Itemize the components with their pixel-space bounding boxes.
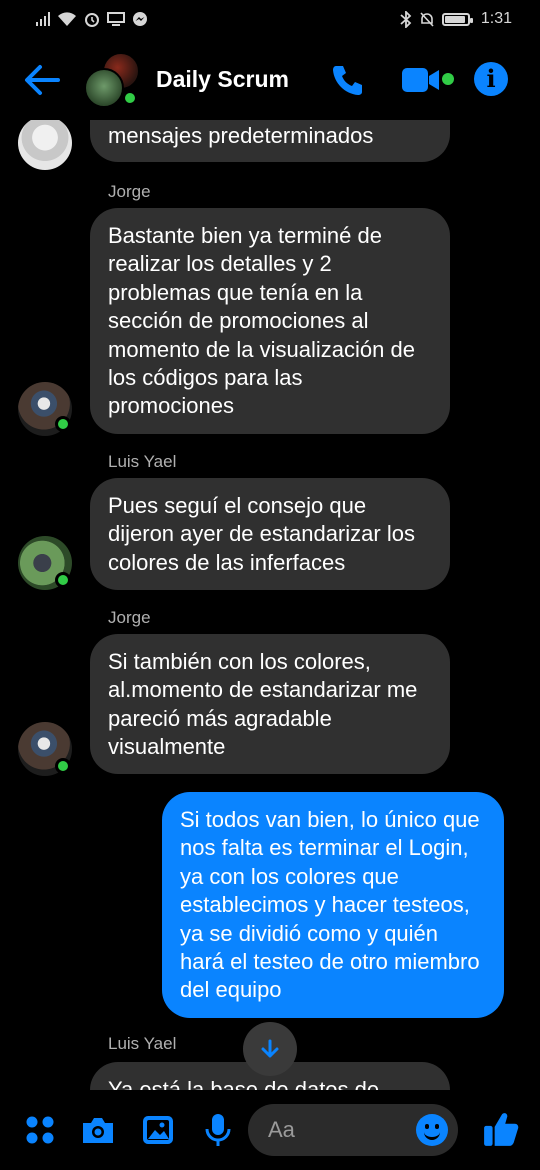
bluetooth-icon — [400, 10, 412, 28]
signal-icon — [36, 12, 50, 26]
scroll-to-bottom-button[interactable] — [243, 1022, 297, 1076]
online-indicator — [55, 758, 71, 774]
video-call-button[interactable] — [402, 65, 454, 95]
emoji-icon[interactable] — [416, 1114, 448, 1146]
message-input[interactable]: Aa — [248, 1104, 458, 1156]
chat-title[interactable]: Daily Scrum — [156, 66, 289, 93]
group-avatar-front — [84, 68, 124, 108]
group-avatar[interactable] — [84, 52, 140, 108]
camera-icon[interactable] — [80, 1112, 116, 1148]
mute-bell-icon — [420, 11, 434, 27]
arrow-down-icon — [261, 1039, 279, 1058]
online-indicator — [55, 572, 71, 588]
microphone-icon[interactable] — [200, 1112, 236, 1148]
composer-bar: Aa — [0, 1090, 540, 1170]
message-bubble[interactable]: mensajes predeterminados — [90, 120, 450, 162]
video-active-dot — [442, 73, 454, 85]
apps-menu-icon[interactable] — [22, 1112, 58, 1148]
back-arrow-icon[interactable] — [22, 62, 62, 98]
status-time: 1:31 — [480, 10, 512, 27]
chat-header: Daily Scrum i — [0, 38, 540, 120]
messenger-notification-icon — [133, 12, 147, 26]
battery-icon — [441, 12, 473, 26]
status-icons-right: 1:31 — [400, 10, 512, 28]
sender-name: Jorge — [108, 182, 151, 201]
gallery-icon[interactable] — [140, 1112, 176, 1148]
sender-name: Luis Yael — [108, 452, 177, 471]
message-list[interactable]: mensajes predeterminados Jorge Bastante … — [0, 120, 540, 1090]
message-bubble[interactable]: Bastante bien ya terminé de realizar los… — [90, 208, 450, 434]
screen-icon — [107, 12, 125, 26]
alarm-icon — [85, 13, 99, 27]
message-bubble[interactable]: Pues seguí el consejo que dijeron ayer d… — [90, 478, 450, 590]
own-message-bubble[interactable]: Si todos van bien, lo único que nos falt… — [162, 792, 504, 1018]
wifi-icon — [58, 11, 76, 26]
info-icon[interactable]: i — [474, 62, 508, 96]
sender-name: Luis Yael — [108, 1034, 177, 1053]
message-bubble[interactable]: Si también con los colores, al.momento d… — [90, 634, 450, 774]
online-indicator — [122, 90, 138, 106]
online-indicator — [55, 416, 71, 432]
phone-call-icon[interactable] — [330, 62, 366, 98]
video-camera-icon — [402, 68, 439, 92]
status-icons-left — [36, 11, 148, 27]
sender-avatar[interactable] — [18, 120, 72, 170]
status-bar: 1:31 — [0, 0, 540, 38]
message-input-placeholder: Aa — [268, 1117, 295, 1142]
sender-name: Jorge — [108, 608, 151, 627]
thumbs-up-icon[interactable] — [482, 1110, 520, 1148]
